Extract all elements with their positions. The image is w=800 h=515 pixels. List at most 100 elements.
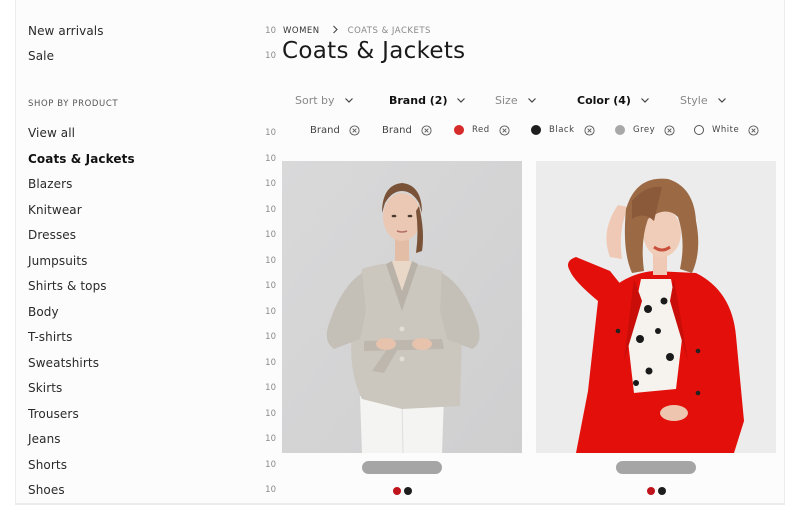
- filter-label: Size: [495, 93, 518, 107]
- price-placeholder: [362, 461, 442, 474]
- filter-chip-red: Red: [454, 121, 510, 139]
- sidebar-item-count: 10: [265, 332, 276, 342]
- remove-filter-icon[interactable]: [499, 124, 510, 136]
- chip-label: Black: [549, 125, 575, 135]
- sidebar-item-count: 10: [265, 255, 276, 266]
- chevron-down-icon: [344, 95, 354, 105]
- sidebar-item-label: Shoes: [28, 483, 65, 497]
- page-title: Coats & Jackets: [282, 38, 466, 64]
- price-placeholder: [616, 461, 696, 474]
- sidebar-item-label: Knitwear: [28, 202, 82, 217]
- product-photo-beige-blazer: [282, 161, 522, 453]
- chevron-down-icon: [456, 95, 466, 105]
- sidebar-item-count: 10: [265, 408, 276, 419]
- sidebar-item-count: 10: [265, 26, 276, 36]
- filter-bar: Sort by Brand (2) Size Color (4) Style: [283, 90, 783, 110]
- sidebar-item-label: Sale: [28, 49, 55, 63]
- filter-dropdown-color[interactable]: Color (4): [577, 90, 650, 110]
- sidebar-item-trousers[interactable]: Trousers 10: [28, 404, 280, 424]
- color-option-black[interactable]: [657, 487, 666, 495]
- sidebar-item-shirts-tops[interactable]: Shirts & tops 10: [28, 276, 280, 296]
- sidebar-item-count: 10: [265, 128, 276, 138]
- sidebar-item-body[interactable]: Body 10: [28, 302, 280, 322]
- sidebar-item-label: New arrivals: [28, 24, 104, 38]
- sidebar-item-count: 10: [265, 281, 276, 291]
- chip-label: Red: [472, 125, 490, 135]
- filter-chip-brand: Brand: [310, 121, 360, 139]
- page-frame: New arrivals 10 Sale 10 SHOP BY PRODUCT …: [15, 0, 785, 505]
- chip-label: Grey: [633, 125, 656, 135]
- filter-dropdown-sort-by[interactable]: Sort by: [295, 90, 354, 110]
- chip-label: Brand: [382, 124, 412, 136]
- color-options: [536, 487, 776, 495]
- filter-chip-grey: Grey: [615, 121, 675, 139]
- remove-filter-icon[interactable]: [664, 124, 675, 136]
- product-card[interactable]: [282, 161, 522, 495]
- product-photo-red-coat: [536, 161, 776, 453]
- filter-dropdown-size[interactable]: Size: [495, 90, 537, 110]
- color-options: [282, 487, 522, 495]
- remove-filter-icon[interactable]: [349, 124, 360, 136]
- color-swatch-icon: [454, 125, 464, 135]
- breadcrumb: WOMEN COATS & JACKETS: [283, 25, 431, 37]
- sidebar-item-label: Skirts: [28, 381, 63, 395]
- chevron-down-icon: [640, 95, 650, 105]
- chevron-right-icon: [332, 25, 339, 37]
- product-image[interactable]: [536, 161, 776, 453]
- chip-label: White: [712, 125, 740, 135]
- sidebar-item-label: Shorts: [28, 457, 68, 472]
- filter-label: Style: [680, 93, 708, 107]
- filter-label: Sort by: [295, 93, 335, 107]
- filter-chip-white: White: [694, 121, 759, 139]
- sidebar-item-blazers[interactable]: Blazers 10: [28, 174, 280, 194]
- sidebar-item-skirts[interactable]: Skirts 10: [28, 378, 280, 398]
- sidebar-item-label: Jumpsuits: [28, 253, 88, 268]
- remove-filter-icon[interactable]: [583, 124, 595, 136]
- sidebar-item-view-all[interactable]: View all 10: [28, 123, 280, 143]
- sidebar-item-shorts[interactable]: Shorts 10: [28, 455, 280, 475]
- sidebar-item-t-shirts[interactable]: T-shirts 10: [28, 327, 280, 347]
- color-option-red[interactable]: [392, 487, 401, 495]
- chip-label: Brand: [310, 124, 340, 136]
- color-option-black[interactable]: [403, 487, 412, 495]
- chevron-down-icon: [717, 95, 727, 105]
- filter-dropdown-brand[interactable]: Brand (2): [389, 90, 466, 110]
- sidebar-item-count: 10: [265, 434, 276, 444]
- sidebar-item-count: 10: [265, 306, 276, 317]
- color-swatch-icon: [615, 125, 625, 135]
- sidebar-item-dresses[interactable]: Dresses 10: [28, 225, 280, 245]
- sidebar-item-new-arrivals[interactable]: New arrivals 10: [28, 21, 280, 41]
- remove-filter-icon[interactable]: [421, 124, 432, 136]
- filter-chip-black: Black: [531, 121, 595, 139]
- sidebar-item-count: 10: [265, 383, 276, 393]
- sidebar-item-label: Sweatshirts: [28, 355, 100, 370]
- filter-dropdown-style[interactable]: Style: [680, 90, 727, 110]
- sidebar-item-count: 10: [265, 204, 276, 215]
- product-card[interactable]: [536, 161, 776, 495]
- product-image[interactable]: [282, 161, 522, 453]
- sidebar-item-jumpsuits[interactable]: Jumpsuits 10: [28, 251, 280, 271]
- breadcrumb-current: COATS & JACKETS: [347, 26, 431, 36]
- filter-label: Color (4): [577, 93, 631, 107]
- sidebar-item-knitwear[interactable]: Knitwear 10: [28, 200, 280, 220]
- sidebar-item-sweatshirts[interactable]: Sweatshirts 10: [28, 353, 280, 373]
- sidebar-item-count: 10: [265, 357, 276, 368]
- sidebar-item-coats-jackets[interactable]: Coats & Jackets 10: [28, 149, 280, 169]
- filter-label: Brand (2): [389, 93, 448, 107]
- sidebar-item-label: Coats & Jackets: [28, 151, 135, 166]
- sidebar-item-count: 10: [265, 459, 276, 470]
- color-option-red[interactable]: [646, 487, 655, 495]
- sidebar-item-jeans[interactable]: Jeans 10: [28, 429, 280, 449]
- remove-filter-icon[interactable]: [748, 124, 759, 136]
- sidebar-item-count: 10: [265, 179, 276, 189]
- sidebar-item-label: Jeans: [28, 432, 61, 446]
- sidebar-item-shoes[interactable]: Shoes 10: [28, 480, 280, 500]
- sidebar-item-sale[interactable]: Sale 10: [28, 46, 280, 66]
- active-filter-chips: Brand Brand Red Black Grey White: [283, 121, 783, 139]
- sidebar-item-count: 10: [265, 51, 276, 61]
- breadcrumb-women-link[interactable]: WOMEN: [283, 26, 320, 36]
- color-swatch-icon: [694, 125, 704, 135]
- sidebar-item-label: Dresses: [28, 228, 77, 242]
- sidebar-item-label: Shirts & tops: [28, 279, 107, 293]
- sidebar-section-heading: SHOP BY PRODUCT: [28, 99, 119, 109]
